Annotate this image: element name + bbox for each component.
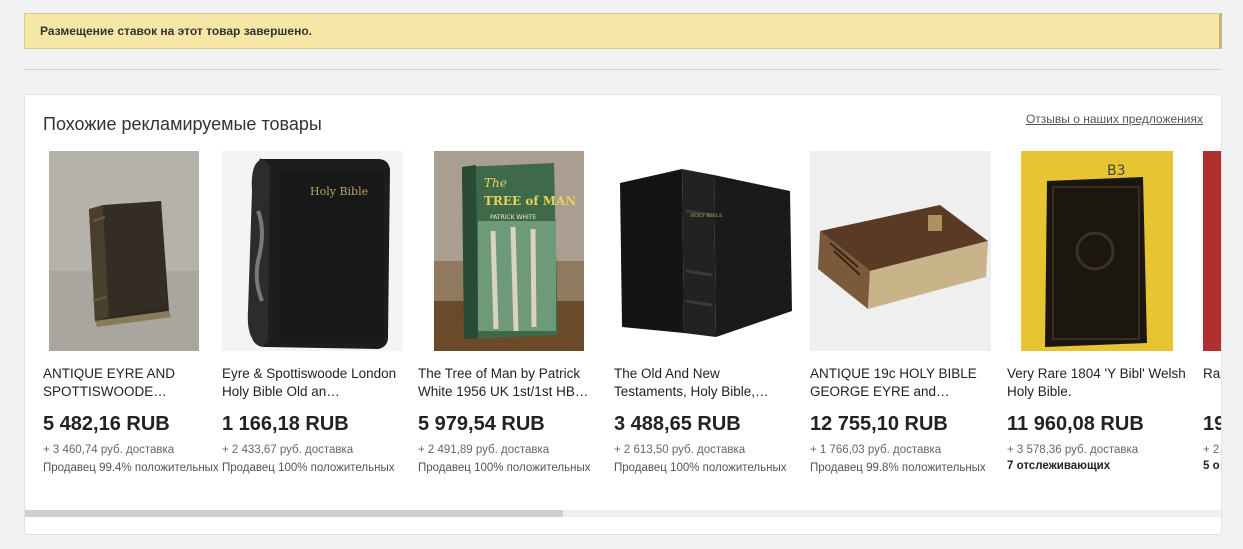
item-shipping: + 3 460,74 руб. доставка bbox=[43, 444, 175, 456]
item-seller-rating: Продавец 100% положительных bbox=[418, 462, 591, 474]
item-price: 11 960,08 RUB bbox=[1007, 413, 1144, 435]
item-image[interactable] bbox=[43, 151, 224, 351]
auction-ended-banner: Размещение ставок на этот товар завершен… bbox=[24, 13, 1222, 49]
item-title[interactable]: Very Rare 1804 'Y Bibl' Welsh Holy Bible… bbox=[1007, 365, 1188, 401]
banner-text: Размещение ставок на этот товар завершен… bbox=[40, 24, 313, 38]
item-image[interactable]: B3 bbox=[1007, 151, 1188, 351]
item-image[interactable]: The TREE of MAN PATRICK WHITE bbox=[418, 151, 599, 351]
item-card[interactable]: Ra… Bib… 19… + 2… 5 о… bbox=[1203, 151, 1221, 496]
book-cover-text: TREE of MAN bbox=[484, 194, 576, 208]
item-seller-rating: Продавец 100% положительных bbox=[614, 462, 787, 474]
item-price: 3 488,65 RUB bbox=[614, 413, 741, 435]
item-title[interactable]: Eyre & Spottiswoode London Holy Bible Ol… bbox=[222, 365, 403, 401]
carousel-scrollbar-thumb[interactable] bbox=[25, 510, 564, 517]
item-shipping: + 2 491,89 руб. доставка bbox=[418, 444, 550, 456]
item-title[interactable]: ANTIQUE 19c HOLY BIBLE GEORGE EYRE and… bbox=[810, 365, 991, 401]
item-card[interactable]: ANTIQUE EYRE AND SPOTTISWOODE… 5 482,16 … bbox=[43, 151, 224, 496]
item-title[interactable]: The Tree of Man by Patrick White 1956 UK… bbox=[418, 365, 599, 401]
item-shipping: + 1 766,03 руб. доставка bbox=[810, 444, 942, 456]
item-seller-rating: Продавец 99.8% положительных bbox=[810, 462, 986, 474]
book-cover-text: Holy Bible bbox=[310, 185, 368, 198]
item-title[interactable]: The Old And New Testaments, Holy Bible,… bbox=[614, 365, 795, 401]
item-seller-rating: Продавец 100% положительных bbox=[222, 462, 395, 474]
book-cover-text: PATRICK WHITE bbox=[490, 214, 536, 221]
box-label-text: B3 bbox=[1107, 163, 1126, 179]
item-image[interactable]: HOLY BIBLE bbox=[614, 151, 795, 351]
section-title: Похожие рекламируемые товары bbox=[43, 114, 322, 134]
item-image[interactable]: Holy Bible bbox=[222, 151, 403, 351]
item-card[interactable]: HOLY BIBLE The Old And New Testaments, H… bbox=[614, 151, 795, 496]
item-title[interactable]: ANTIQUE EYRE AND SPOTTISWOODE… bbox=[43, 365, 224, 401]
item-shipping: + 2 433,67 руб. доставка bbox=[222, 444, 354, 456]
item-price: 5 979,54 RUB bbox=[418, 413, 545, 435]
item-shipping: + 2 613,50 руб. доставка bbox=[614, 444, 746, 456]
feedback-link[interactable]: Отзывы о наших предложениях bbox=[1026, 112, 1203, 126]
item-price: 1 166,18 RUB bbox=[222, 413, 349, 435]
book-spine-text: HOLY BIBLE bbox=[690, 213, 723, 219]
item-card[interactable]: Holy Bible Eyre & Spottiswoode London Ho… bbox=[222, 151, 403, 496]
item-price: 12 755,10 RUB bbox=[810, 413, 948, 435]
item-price: 19… bbox=[1203, 413, 1221, 435]
item-watchers: 5 о… bbox=[1203, 460, 1221, 472]
item-image[interactable] bbox=[1203, 151, 1221, 351]
item-card[interactable]: The TREE of MAN PATRICK WHITE The Tree o… bbox=[418, 151, 599, 496]
divider bbox=[24, 69, 1222, 70]
item-title[interactable]: Ra… Bib… bbox=[1203, 365, 1221, 401]
item-shipping: + 2… bbox=[1203, 444, 1221, 456]
items-carousel[interactable]: ANTIQUE EYRE AND SPOTTISWOODE… 5 482,16 … bbox=[25, 151, 1221, 506]
item-image[interactable] bbox=[810, 151, 991, 351]
item-shipping: + 3 578,36 руб. доставка bbox=[1007, 444, 1139, 456]
item-price: 5 482,16 RUB bbox=[43, 413, 170, 435]
item-seller-rating: Продавец 99.4% положительных bbox=[43, 462, 219, 474]
book-cover-text: The bbox=[484, 176, 507, 190]
item-watchers: 7 отслеживающих bbox=[1007, 460, 1111, 472]
item-card[interactable]: ANTIQUE 19c HOLY BIBLE GEORGE EYRE and… … bbox=[810, 151, 991, 496]
carousel-scrollbar[interactable] bbox=[25, 510, 1221, 517]
item-card[interactable]: B3 Very Rare 1804 'Y Bibl' Welsh Holy Bi… bbox=[1007, 151, 1188, 496]
sponsored-items-panel: Похожие рекламируемые товары Отзывы о на… bbox=[24, 94, 1222, 535]
